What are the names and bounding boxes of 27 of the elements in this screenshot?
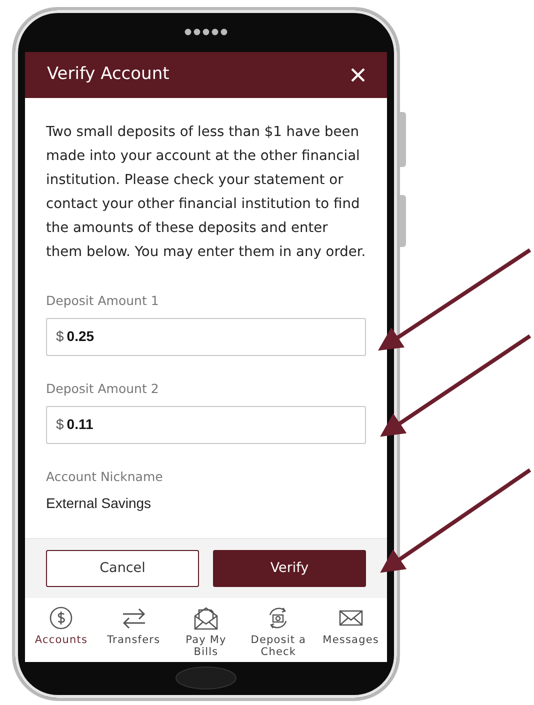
field-label: Deposit Amount 1 (46, 292, 160, 310)
amount-input[interactable]: 0.25 (66, 326, 356, 348)
currency-symbol: $ (56, 415, 64, 434)
verify-button[interactable]: Verify (213, 550, 366, 587)
amount-field[interactable]: $ 0.11 (46, 406, 366, 444)
side-button[interactable] (400, 112, 406, 167)
close-icon[interactable] (351, 68, 365, 82)
amount-field[interactable]: $ 0.25 (46, 318, 366, 356)
currency-symbol: $ (56, 327, 64, 346)
modal-title: Verify Account (47, 63, 170, 86)
field-label: Deposit Amount 2 (46, 380, 160, 398)
home-button[interactable] (174, 666, 238, 690)
nav-tab[interactable]: Messages (314, 606, 388, 662)
transfer-arrows-icon (120, 606, 147, 630)
nav-tab[interactable]: Deposit a Check (242, 606, 315, 662)
dollar-circle-icon (49, 606, 74, 630)
speaker-dots-icon (184, 28, 228, 36)
nickname-value: External Savings (46, 494, 152, 514)
nav-tab[interactable]: Transfers (97, 606, 170, 662)
side-button[interactable] (400, 195, 406, 247)
field-label: Account Nickname (46, 468, 164, 486)
cancel-button[interactable]: Cancel (46, 550, 199, 587)
nav-tab[interactable]: Accounts (25, 606, 98, 662)
instructions-text: Two small deposits of less than $1 have been made into your account at the other financial institution. Please check your statement or contact your other financial institution to find the amounts of these deposits and enter them below. You may enter them in any order. (46, 123, 366, 262)
open-envelope-icon (193, 606, 220, 630)
amount-input[interactable]: 0.11 (66, 414, 356, 435)
nav-tab[interactable]: Pay My Bills (170, 606, 242, 662)
